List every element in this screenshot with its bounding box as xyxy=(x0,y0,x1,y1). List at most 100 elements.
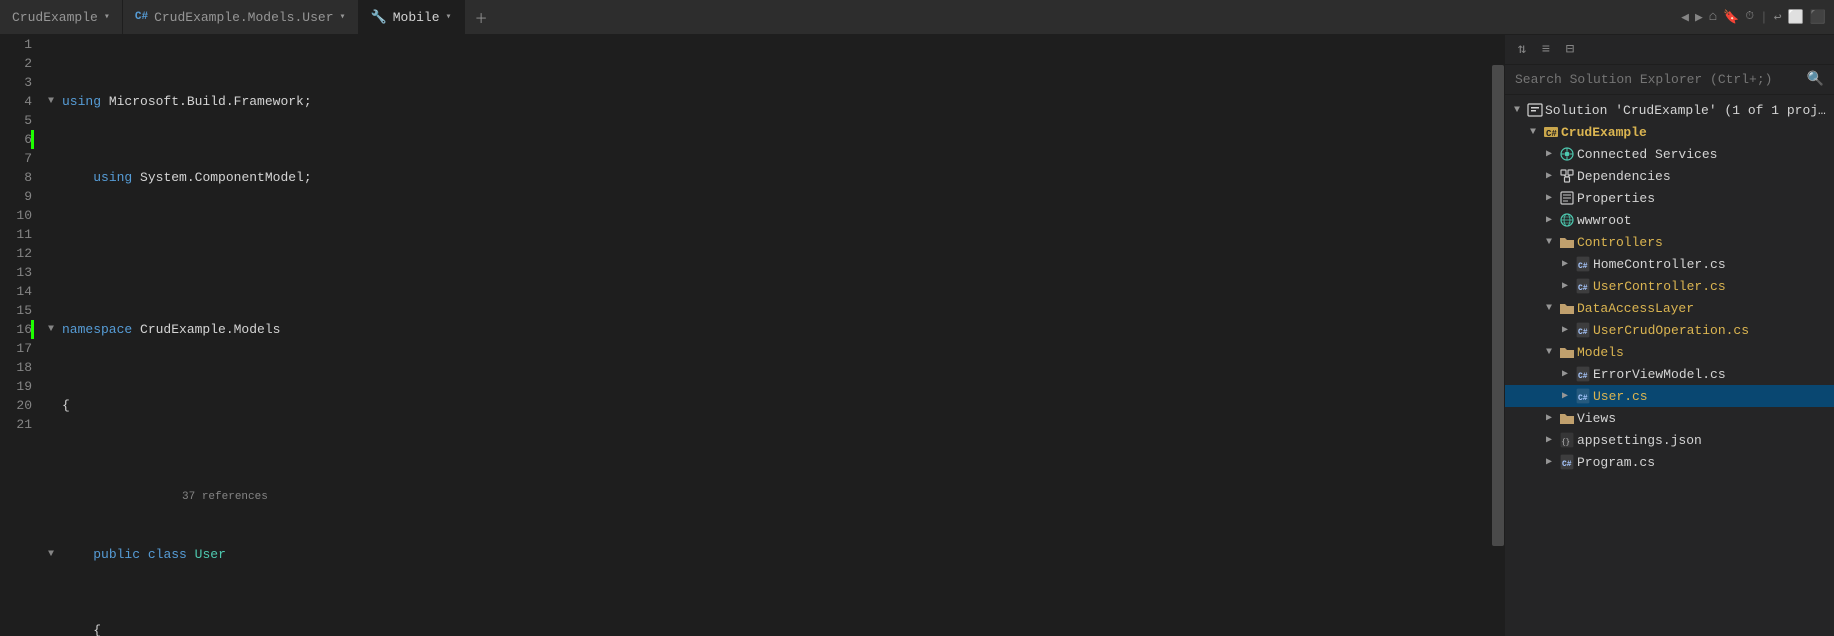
chevron-down-icon: ▼ xyxy=(1509,102,1525,118)
tab-bar: CrudExample ▾ C# CrudExample.Models.User… xyxy=(0,0,1834,35)
history-icon[interactable]: ⏱ xyxy=(1745,11,1754,23)
usercontroller-node[interactable]: ▶ C# UserController.cs xyxy=(1505,275,1834,297)
split-v-icon[interactable]: ⬛ xyxy=(1810,10,1826,25)
code-editor[interactable]: ▼ using Microsoft.Build.Framework; using… xyxy=(40,35,1492,636)
chevron-down-icon: ▾ xyxy=(446,11,452,23)
project-label: CrudExample xyxy=(1561,125,1647,140)
code-line: ▼ namespace CrudExample.Models xyxy=(48,320,1484,339)
views-node[interactable]: ▶ Views xyxy=(1505,407,1834,429)
search-input[interactable] xyxy=(1515,72,1807,87)
tab-crudexample[interactable]: CrudExample ▾ xyxy=(0,0,123,34)
forward-icon[interactable]: ▶ xyxy=(1695,10,1703,25)
wwwroot-label: wwwroot xyxy=(1577,213,1632,228)
line-numbers: 1 2 3 4 5 6 7 8 9 10 11 12 13 14 15 xyxy=(0,35,40,636)
chevron-right-icon: ▶ xyxy=(1541,410,1557,426)
solution-explorer: ⇅ ≡ ⊟ 🔍 ▼ Solution 'CrudExample' (1 of 1… xyxy=(1504,35,1834,636)
cs-file-icon: C# xyxy=(1575,278,1591,294)
dependencies-label: Dependencies xyxy=(1577,169,1671,184)
dependencies-icon xyxy=(1559,168,1575,184)
usercontroller-label: UserController.cs xyxy=(1593,279,1726,294)
code-line: using System.ComponentModel; xyxy=(48,168,1484,187)
svg-text:{}: {} xyxy=(1562,439,1570,447)
wwwroot-node[interactable]: ▶ wwwroot xyxy=(1505,209,1834,231)
tab-user-cs[interactable]: C# CrudExample.Models.User ▾ xyxy=(123,0,359,34)
solution-explorer-toolbar: ⇅ ≡ ⊟ xyxy=(1505,35,1834,65)
chevron-right-icon: ▶ xyxy=(1557,322,1573,338)
back-icon[interactable]: ◀ xyxy=(1681,10,1689,25)
controllers-label: Controllers xyxy=(1577,235,1663,250)
collapse-all-icon[interactable]: ⊟ xyxy=(1561,41,1579,59)
svg-text:C#: C# xyxy=(1578,262,1588,271)
cs-file-icon: C# xyxy=(1575,388,1591,404)
connected-services-icon xyxy=(1559,146,1575,162)
folder-icon xyxy=(1559,300,1575,316)
json-file-icon: {} xyxy=(1559,432,1575,448)
back2-icon[interactable]: ↩ xyxy=(1774,10,1782,25)
chevron-down-icon: ▼ xyxy=(1541,300,1557,316)
errorviewmodel-node[interactable]: ▶ C# ErrorViewModel.cs xyxy=(1505,363,1834,385)
chevron-down-icon: ▼ xyxy=(1541,234,1557,250)
globe-icon xyxy=(1559,212,1575,228)
collapse-icon[interactable]: ▼ xyxy=(48,545,62,564)
models-label: Models xyxy=(1577,345,1624,360)
code-line: { xyxy=(48,621,1484,636)
code-line xyxy=(48,244,1484,263)
chevron-right-icon: ▶ xyxy=(1541,190,1557,206)
dependencies-node[interactable]: ▶ Dependencies xyxy=(1505,165,1834,187)
properties-node[interactable]: ▶ Properties xyxy=(1505,187,1834,209)
chevron-right-icon: ▶ xyxy=(1557,256,1573,272)
cs-file-icon: C# xyxy=(1575,322,1591,338)
svg-text:C#: C# xyxy=(1578,394,1588,403)
chevron-right-icon: ▶ xyxy=(1541,454,1557,470)
errorviewmodel-label: ErrorViewModel.cs xyxy=(1593,367,1726,382)
homecontroller-label: HomeController.cs xyxy=(1593,257,1726,272)
chevron-down-icon: ▾ xyxy=(340,11,346,23)
tab-label: CrudExample xyxy=(12,10,98,25)
collapse-icon[interactable]: ▼ xyxy=(48,320,62,339)
project-icon: C# xyxy=(1543,124,1559,140)
filter-icon[interactable]: ≡ xyxy=(1537,41,1555,59)
controllers-node[interactable]: ▼ Controllers xyxy=(1505,231,1834,253)
tab-mobile[interactable]: 🔧 Mobile ▾ xyxy=(359,0,465,34)
collapse-icon[interactable]: ▼ xyxy=(48,92,62,111)
code-line: ▼ public class User xyxy=(48,545,1484,564)
chevron-right-icon: ▶ xyxy=(1541,146,1557,162)
usercrudop-label: UserCrudOperation.cs xyxy=(1593,323,1749,338)
solution-node[interactable]: ▼ Solution 'CrudExample' (1 of 1 project… xyxy=(1505,99,1834,121)
scroll-thumb[interactable] xyxy=(1492,65,1504,546)
appsettings-node[interactable]: ▶ {} appsettings.json xyxy=(1505,429,1834,451)
usercrudop-node[interactable]: ▶ C# UserCrudOperation.cs xyxy=(1505,319,1834,341)
wrench-icon: 🔧 xyxy=(371,10,387,25)
solution-icon xyxy=(1527,102,1543,118)
code-text: Microsoft.Build.Framework; xyxy=(101,92,312,111)
home-icon[interactable]: ⌂ xyxy=(1709,9,1717,25)
split-h-icon[interactable]: ⬜ xyxy=(1788,10,1804,25)
folder-icon xyxy=(1559,410,1575,426)
homecontroller-node[interactable]: ▶ C# HomeController.cs xyxy=(1505,253,1834,275)
connected-services-node[interactable]: ▶ Connected Services xyxy=(1505,143,1834,165)
user-cs-label: User.cs xyxy=(1593,389,1648,404)
svg-text:C#: C# xyxy=(1578,372,1588,381)
editor-area: 1 2 3 4 5 6 7 8 9 10 11 12 13 14 15 xyxy=(0,35,1504,636)
chevron-right-icon: ▶ xyxy=(1557,366,1573,382)
bookmark-icon[interactable]: 🔖 xyxy=(1723,10,1739,25)
tab-label: Mobile xyxy=(393,10,440,25)
connected-services-label: Connected Services xyxy=(1577,147,1717,162)
separator: | xyxy=(1760,10,1768,25)
folder-icon xyxy=(1559,344,1575,360)
main-content: 1 2 3 4 5 6 7 8 9 10 11 12 13 14 15 xyxy=(0,35,1834,636)
sync-icon[interactable]: ⇅ xyxy=(1513,41,1531,59)
cs-file-icon: C# xyxy=(1575,366,1591,382)
models-node[interactable]: ▼ Models xyxy=(1505,341,1834,363)
dataaccesslayer-label: DataAccessLayer xyxy=(1577,301,1694,316)
cs-file-icon: C# xyxy=(1575,256,1591,272)
add-tab-button[interactable]: ＋ xyxy=(465,0,498,34)
project-node[interactable]: ▼ C# CrudExample xyxy=(1505,121,1834,143)
editor-scrollbar[interactable] xyxy=(1492,35,1504,636)
dataaccesslayer-node[interactable]: ▼ DataAccessLayer xyxy=(1505,297,1834,319)
solution-tree: ▼ Solution 'CrudExample' (1 of 1 project… xyxy=(1505,95,1834,636)
search-icon: 🔍 xyxy=(1807,71,1824,88)
program-node[interactable]: ▶ C# Program.cs xyxy=(1505,451,1834,473)
chevron-down-icon: ▼ xyxy=(1541,344,1557,360)
user-cs-node[interactable]: ▶ C# User.cs xyxy=(1505,385,1834,407)
